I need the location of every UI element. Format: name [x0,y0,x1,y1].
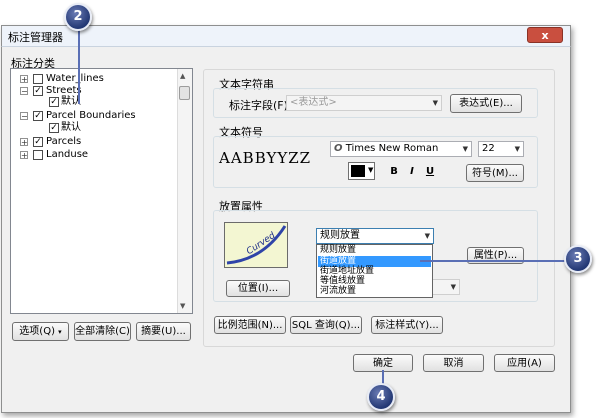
layer-checkbox[interactable] [33,74,43,84]
scroll-up-icon[interactable]: ▲ [180,72,185,80]
layer-checkbox[interactable] [33,150,43,160]
dropdown-arrow-icon: ▼ [424,232,430,240]
expression-button[interactable]: 表达式(E)... [450,94,522,113]
tree-item-landuse[interactable]: Landuse [46,148,88,161]
sql-query-button[interactable]: SQL 查询(Q)... [290,316,362,334]
italic-button[interactable]: I [406,166,418,177]
color-picker[interactable]: ▼ [348,162,375,180]
symbol-button[interactable]: 符号(M)... [466,164,524,182]
close-button[interactable]: x [527,27,563,43]
scale-range-button[interactable]: 比例范围(N)... [214,316,286,334]
callout-2-leader [78,26,80,104]
clear-all-button[interactable]: 全部清除(C) [74,322,131,341]
label-field-select[interactable]: <表达式> ▼ [286,95,442,111]
callout-4-leader [382,370,384,384]
options-button-label: 选项(Q) [19,326,55,337]
placement-option[interactable]: 河流放置 [318,286,431,297]
placement-select[interactable]: 规则放置 ▼ [316,228,434,244]
class-checkbox-checked[interactable]: ✓ [49,123,59,133]
callout-badge-3: 3 [564,245,592,273]
label-styles-button[interactable]: 标注样式(Y)... [371,316,443,334]
layer-checkbox-checked[interactable]: ✓ [33,137,43,147]
label-field-label: 标注字段(F): [229,99,292,112]
callout-badge-4: 4 [367,383,395,411]
expand-icon[interactable]: + [20,151,28,160]
class-checkbox-checked[interactable]: ✓ [49,97,59,107]
font-name: Times New Roman [345,143,439,154]
underline-button[interactable]: U [424,166,436,177]
tree-item-parcels[interactable]: Parcels [46,135,81,148]
position-button[interactable]: 位置(I)... [226,280,290,297]
apply-button[interactable]: 应用(A) [494,354,555,372]
color-swatch [351,165,365,177]
bold-button[interactable]: B [388,166,400,177]
font-size-select[interactable]: 22 ▼ [478,141,524,157]
dropdown-arrow-icon: ▼ [432,99,438,107]
title-bar [1,25,571,47]
options-button[interactable]: 选项(Q) ▾ [12,322,69,341]
callout-badge-2: 2 [64,3,92,31]
symbol-preview: AABBYYZZ [219,149,312,167]
dropdown-arrow-icon: ▼ [368,166,374,174]
label-class-tree[interactable] [10,68,193,314]
font-select[interactable]: O Times New Roman ▼ [330,141,472,157]
label-field-value: <表达式> [290,97,337,108]
collapse-icon[interactable]: − [20,112,28,121]
layer-checkbox-checked[interactable]: ✓ [33,86,43,96]
expand-icon[interactable]: + [20,138,28,147]
scrollbar-thumb[interactable] [179,86,190,100]
placement-preview: Curved [224,222,288,268]
disabled-select: ▼ [432,279,460,295]
collapse-icon[interactable]: − [20,87,28,96]
scroll-down-icon[interactable]: ▼ [180,302,185,310]
dropdown-arrow-icon: ▾ [58,328,62,336]
dialog-title: 标注管理器 [8,31,63,44]
opentype-font-icon: O [334,143,343,154]
tree-scrollbar[interactable] [177,69,192,313]
callout-3-leader [420,260,566,262]
dropdown-arrow-icon: ▼ [450,283,456,291]
cancel-button[interactable]: 取消 [423,354,484,372]
summary-button[interactable]: 摘要(U)... [136,322,191,341]
font-size-value: 22 [482,143,495,154]
tree-item-parcel-boundaries-default[interactable]: 默认 [61,121,81,134]
placement-option[interactable]: 规则放置 [318,245,431,256]
placement-selected-value: 规则放置 [320,230,360,241]
expand-icon[interactable]: + [20,75,28,84]
tree-item-parcel-boundaries[interactable]: Parcel Boundaries [46,109,136,122]
dropdown-arrow-icon: ▼ [514,145,520,153]
layer-checkbox-checked[interactable]: ✓ [33,111,43,121]
dropdown-arrow-icon: ▼ [462,145,468,153]
